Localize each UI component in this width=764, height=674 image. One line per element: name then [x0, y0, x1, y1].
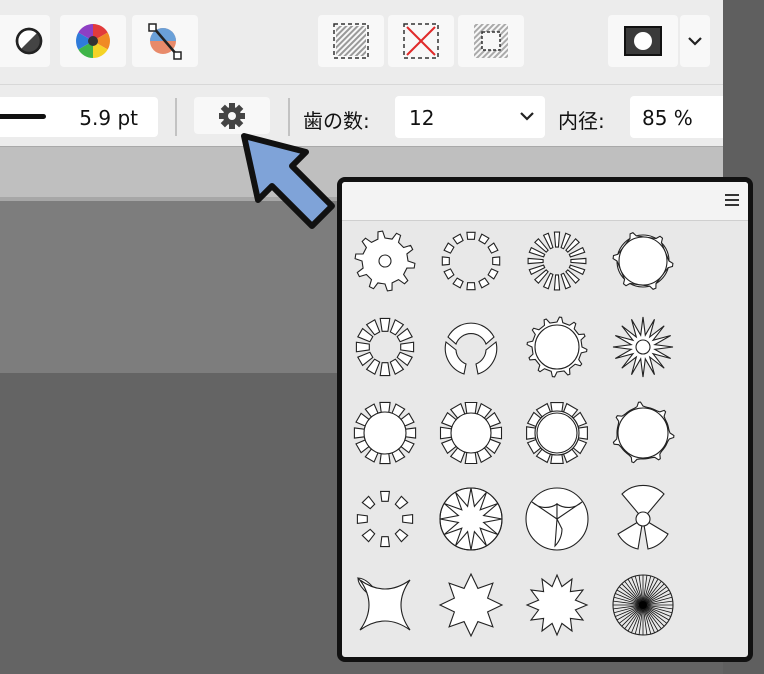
gear-shape-icon — [612, 401, 675, 464]
gear-shape-icon — [612, 232, 674, 290]
gear-shape-icon — [617, 484, 669, 550]
stroke-width-value: 5.9 pt — [79, 106, 138, 130]
gear-preset-item[interactable] — [436, 226, 506, 296]
pointer-arrow-icon — [241, 133, 335, 229]
gear-shape-icon — [525, 487, 589, 551]
gear-shape-icon — [441, 231, 501, 291]
selection-invert-icon — [474, 24, 508, 58]
gear-preset-item[interactable] — [350, 226, 420, 296]
vector-brush-icon — [148, 23, 182, 60]
gear-shape-icon — [356, 577, 411, 631]
selection-clear-button[interactable] — [388, 15, 454, 67]
vector-brush-button[interactable] — [132, 15, 198, 67]
gear-preset-item[interactable] — [608, 398, 678, 468]
teeth-count-select[interactable]: 12 — [395, 96, 545, 138]
record-icon — [624, 26, 662, 56]
gear-preset-item[interactable] — [522, 484, 592, 554]
inner-radius-field[interactable]: 85 % — [630, 96, 723, 138]
quick-mask-button[interactable] — [608, 15, 678, 67]
panel-header — [342, 182, 748, 221]
gear-preset-item[interactable] — [608, 312, 678, 382]
separator — [175, 98, 177, 136]
gear-preset-item[interactable] — [436, 312, 506, 382]
quick-mask-dropdown[interactable] — [680, 15, 710, 67]
selection-clear-icon — [403, 23, 439, 59]
gear-shape-icon — [353, 401, 417, 465]
inner-radius-label: 内径: — [558, 109, 605, 133]
gear-shape-icon — [526, 402, 588, 464]
gear-preset-item[interactable] — [436, 570, 506, 640]
gear-icon — [219, 103, 245, 129]
chevron-down-icon — [520, 112, 534, 121]
gear-preset-item[interactable] — [608, 226, 678, 296]
gear-preset-item[interactable] — [522, 398, 592, 468]
main-toolbar — [0, 0, 723, 84]
selection-invert-button[interactable] — [458, 15, 524, 67]
color-wheel-icon — [76, 24, 110, 58]
gear-shape-icon — [612, 316, 674, 378]
gear-shape-icon — [612, 574, 674, 636]
gear-presets-panel — [337, 177, 753, 662]
gear-preset-item[interactable] — [436, 398, 506, 468]
gear-preset-item[interactable] — [522, 570, 592, 640]
hamburger-menu-icon[interactable] — [724, 193, 740, 207]
gear-shape-icon — [527, 231, 587, 291]
gear-shape-icon — [444, 322, 498, 375]
gear-preset-item[interactable] — [350, 570, 420, 640]
stroke-preview — [0, 114, 46, 119]
gear-preset-item[interactable] — [350, 484, 420, 554]
gear-preset-item[interactable] — [608, 570, 678, 640]
gear-preset-item[interactable] — [608, 484, 678, 554]
gear-shape-icon — [355, 317, 415, 377]
color-wheel-button[interactable] — [60, 15, 126, 67]
gear-shape-icon — [439, 401, 503, 465]
teeth-count-value: 12 — [409, 106, 435, 130]
gear-preset-item[interactable] — [522, 226, 592, 296]
contrast-icon — [15, 27, 43, 55]
inner-radius-value: 85 % — [642, 106, 693, 130]
gear-shape-icon — [354, 230, 416, 292]
gear-preset-item[interactable] — [522, 312, 592, 382]
selection-fill-icon — [333, 23, 369, 59]
gear-shape-icon — [526, 316, 588, 378]
gear-shape-icon — [525, 573, 589, 637]
chevron-down-icon — [688, 37, 702, 46]
gear-shape-icon — [439, 487, 503, 551]
gear-shape-icon — [356, 490, 414, 548]
selection-fill-button[interactable] — [318, 15, 384, 67]
gear-preset-item[interactable] — [350, 398, 420, 468]
gear-preset-item[interactable] — [350, 312, 420, 382]
gear-preset-item[interactable] — [436, 484, 506, 554]
contrast-button[interactable] — [0, 15, 50, 67]
gear-shape-icon — [438, 572, 504, 638]
